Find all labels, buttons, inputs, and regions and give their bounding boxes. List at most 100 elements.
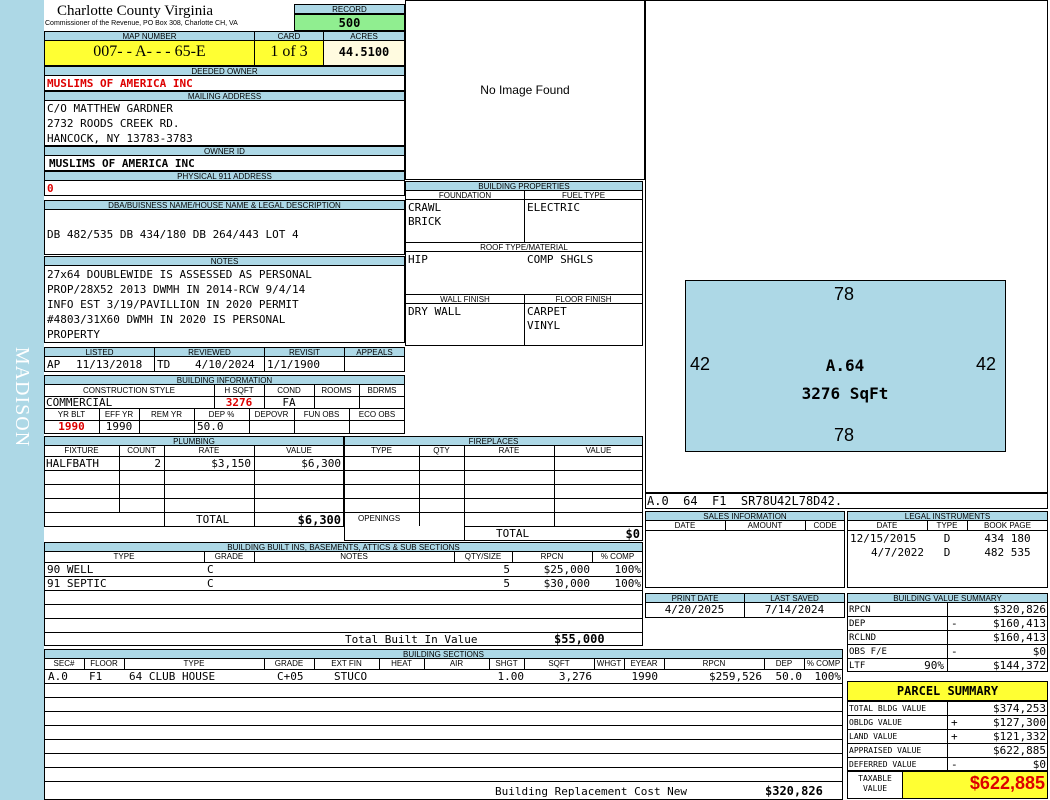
card-value: 1 of 3 bbox=[270, 43, 308, 60]
fp-type-col: TYPE bbox=[371, 446, 392, 455]
li-bookpage-col: BOOK PAGE bbox=[984, 521, 1031, 530]
parcel-name: APPRAISED VALUE bbox=[849, 746, 922, 755]
fuel-type-value: ELECTRIC bbox=[527, 201, 580, 214]
revisit-date: 1/1/1900 bbox=[267, 358, 320, 371]
taxable-value: $622,885 bbox=[969, 773, 1045, 793]
sketch-bottom-dim: 78 bbox=[833, 425, 855, 445]
bi-total-value: $55,000 bbox=[554, 632, 605, 646]
bvs-value: $0 bbox=[1032, 645, 1046, 658]
record-label: RECORD bbox=[294, 4, 405, 14]
reviewed-date: 4/10/2024 bbox=[195, 358, 255, 371]
sec-extfin-col: EXT FIN bbox=[331, 659, 362, 668]
notes-line: INFO EST 3/19/PAVILLION IN 2020 PERMIT bbox=[47, 298, 299, 311]
dep-label: DEP % bbox=[208, 410, 235, 419]
sec-dep: 50.0 bbox=[775, 670, 803, 683]
bvs-name: RCLND bbox=[849, 633, 877, 643]
yrblt-label: YR BLT bbox=[57, 410, 86, 419]
rate-col: RATE bbox=[198, 446, 220, 455]
record-number: 500 bbox=[338, 16, 361, 30]
li-type: D bbox=[943, 532, 951, 545]
plumbing-total-value: $6,300 bbox=[297, 513, 341, 527]
bi-comp-col: % COMP bbox=[600, 552, 635, 561]
sec-dep-col: DEP bbox=[775, 659, 793, 668]
fp-total-label: TOTAL bbox=[496, 527, 530, 540]
foundation-value-2: BRICK bbox=[408, 215, 442, 228]
district-label: MADISON bbox=[11, 346, 33, 448]
parcel-value: $0 bbox=[1032, 758, 1046, 771]
bdrms-label: BDRMS bbox=[367, 386, 397, 395]
foundation-value-1: CRAWL bbox=[408, 201, 442, 214]
count-col: COUNT bbox=[127, 446, 156, 455]
acres-value: 44.5100 bbox=[338, 45, 390, 59]
bi-qty: 5 bbox=[503, 563, 510, 576]
li-type-col: TYPE bbox=[936, 521, 958, 530]
print-date-value: 4/20/2025 bbox=[664, 603, 725, 616]
sec-comp: 100% bbox=[814, 670, 842, 683]
roof-type-label: ROOF TYPE/MATERIAL bbox=[405, 242, 643, 252]
sec-sqft: 3,276 bbox=[558, 670, 592, 683]
sec-floor-col: FLOOR bbox=[90, 659, 118, 668]
sec-type-col: TYPE bbox=[183, 659, 205, 668]
map-number-value: 007- - A- - - 65-E bbox=[93, 43, 206, 60]
sec-col: SEC# bbox=[53, 659, 75, 668]
bi-qty: 5 bbox=[503, 577, 510, 590]
owner-id-value: MUSLIMS OF AMERICA INC bbox=[49, 157, 195, 170]
wall-finish-value: DRY WALL bbox=[408, 305, 461, 318]
plumbing-fixture: HALFBATH bbox=[46, 457, 99, 470]
parcel-name: LAND VALUE bbox=[849, 732, 898, 741]
dep-value: 50.0 bbox=[197, 420, 224, 433]
bi-grade-col: GRADE bbox=[214, 552, 244, 561]
fixture-col: FIXTURE bbox=[64, 446, 99, 455]
sketch-area-value: 3276 SqFt bbox=[801, 384, 889, 403]
hsqft-value: 3276 bbox=[225, 396, 253, 409]
sec-grade: C+05 bbox=[277, 670, 304, 683]
hsqft-label: H SQFT bbox=[224, 386, 254, 395]
notes-line: PROPERTY bbox=[47, 328, 100, 341]
sections-total-value: $320,826 bbox=[765, 784, 823, 798]
plumbing-rate: $3,150 bbox=[211, 457, 251, 470]
fp-qty-col: QTY bbox=[433, 446, 450, 455]
fp-total-value: $0 bbox=[625, 527, 640, 541]
bi-grade: C bbox=[207, 563, 214, 576]
roof-type-value: HIP bbox=[408, 253, 428, 266]
sales-date-col: DATE bbox=[674, 521, 696, 530]
floor-finish-value-2: VINYL bbox=[527, 319, 561, 332]
bi-rpcn-col: RPCN bbox=[540, 552, 564, 561]
last-saved-value: 7/14/2024 bbox=[764, 603, 825, 616]
mailing-line-3: HANCOCK, NY 13783-3783 bbox=[47, 132, 193, 145]
sec-air-col: AIR bbox=[449, 659, 464, 668]
bvs-value: $144,372 bbox=[993, 659, 1046, 672]
bvs-pct: 90% bbox=[924, 659, 944, 672]
sales-amount-col: AMOUNT bbox=[747, 521, 783, 530]
foundation-label: FOUNDATION bbox=[405, 190, 525, 200]
sections-total-label: Building Replacement Cost New bbox=[495, 785, 688, 798]
mailing-line-2: 2732 ROODS CREEK RD. bbox=[47, 117, 180, 130]
floor-finish-value-1: CARPET bbox=[527, 305, 567, 318]
reviewed-code: TD bbox=[157, 358, 171, 371]
wall-finish-label: WALL FINISH bbox=[405, 294, 525, 304]
plumbing-total-label: TOTAL bbox=[196, 513, 230, 526]
sec-rpcn-col: RPCN bbox=[702, 659, 726, 668]
yrblt-value: 1990 bbox=[58, 420, 85, 433]
parcel-summary-title: PARCEL SUMMARY bbox=[896, 684, 999, 698]
effyr-value: 1990 bbox=[105, 420, 133, 433]
roof-material-value: COMP SHGLS bbox=[527, 253, 594, 266]
sec-extfin: STUCO bbox=[334, 670, 368, 683]
bvs-name: RPCN bbox=[849, 605, 871, 615]
sec-eyear: 1990 bbox=[631, 670, 659, 683]
sec-shgt-col: SHGT bbox=[495, 659, 518, 668]
fp-value-col: VALUE bbox=[585, 446, 612, 455]
sec-sec: A.0 bbox=[48, 670, 68, 683]
floor-finish-label: FLOOR FINISH bbox=[524, 294, 643, 304]
listed-date: 11/13/2018 bbox=[76, 358, 143, 371]
effyr-label: EFF YR bbox=[104, 410, 134, 419]
li-date: 12/15/2015 bbox=[850, 532, 917, 545]
sketch-section-name: A.64 bbox=[825, 356, 865, 375]
bi-notes-col: NOTES bbox=[340, 552, 368, 561]
sketch-right-dim: 42 bbox=[976, 354, 997, 374]
bvs-value: $320,826 bbox=[993, 603, 1046, 616]
value-col: VALUE bbox=[286, 446, 312, 455]
bi-grade: C bbox=[207, 577, 214, 590]
sec-grade-col: GRADE bbox=[274, 659, 304, 668]
taxable-label-1: TAXABLE bbox=[858, 774, 892, 783]
